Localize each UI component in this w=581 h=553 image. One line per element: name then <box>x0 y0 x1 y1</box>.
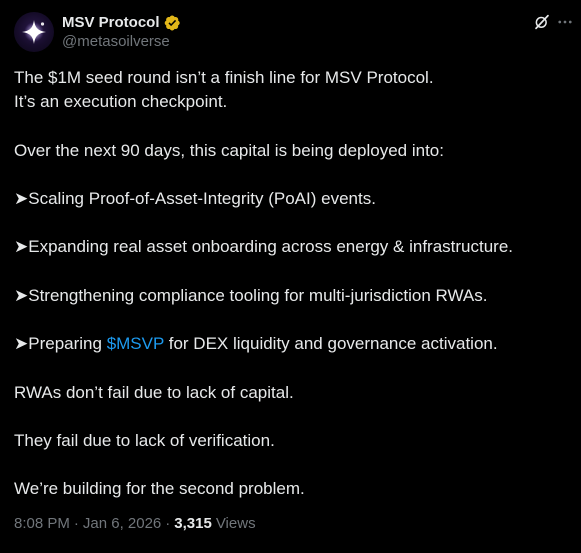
tweet-meta: 8:08 PM · Jan 6, 2026 · 3,315 Views <box>14 515 256 532</box>
bullet-4-suffix: for DEX liquidity and governance activat… <box>164 334 498 354</box>
avatar[interactable] <box>14 12 54 52</box>
tweet-line-2: It’s an execution checkpoint. <box>14 92 228 112</box>
handle[interactable]: @metasoilverse <box>62 32 181 51</box>
views-label: Views <box>215 515 256 532</box>
views-count[interactable]: 3,315 <box>174 515 212 532</box>
tweet-bullet-3: ➤Strengthening compliance tooling for mu… <box>14 285 488 305</box>
tweet-bullet-4: ➤Preparing $MSVP for DEX liquidity and g… <box>14 332 569 356</box>
separator-dot: · <box>165 515 171 532</box>
line-break <box>14 308 569 332</box>
line-break <box>14 163 569 187</box>
line-break <box>14 405 569 429</box>
tweet-line-1: The $1M seed round isn’t a finish line f… <box>14 68 434 87</box>
line-break <box>14 453 569 477</box>
display-name[interactable]: MSV Protocol <box>62 13 160 32</box>
line-break <box>14 211 569 235</box>
tweet-card: MSV Protocol @metasoilverse The $1M seed… <box>0 0 581 553</box>
tweet-paragraph-3: RWAs don’t fail due to lack of capital. <box>14 382 294 402</box>
line-break <box>14 114 569 138</box>
tweet-paragraph-2: Over the next 90 days, this capital is b… <box>14 140 444 160</box>
tweet-bullet-2: ➤Expanding real asset onboarding across … <box>14 237 514 257</box>
author-names: MSV Protocol @metasoilverse <box>62 13 181 51</box>
tweet-paragraph-5: We’re building for the second problem. <box>14 479 305 499</box>
verified-badge-icon[interactable] <box>163 14 181 32</box>
tweet-text: The $1M seed round isn’t a finish line f… <box>14 66 569 502</box>
cashtag-link[interactable]: $MSVP <box>107 334 164 353</box>
tweet-paragraph-4: They fail due to lack of verification. <box>14 430 275 450</box>
tweet-date[interactable]: Jan 6, 2026 <box>83 515 161 532</box>
separator-dot: · <box>73 515 79 532</box>
name-row: MSV Protocol <box>62 13 181 32</box>
sparkle-logo-icon <box>22 20 46 44</box>
line-break <box>14 356 569 380</box>
line-break <box>14 260 569 284</box>
tweet-header: MSV Protocol @metasoilverse <box>14 12 181 52</box>
grok-icon[interactable] <box>532 12 552 32</box>
tweet-time[interactable]: 8:08 PM <box>14 515 70 532</box>
bullet-4-prefix: ➤Preparing <box>14 334 107 354</box>
more-options-icon[interactable] <box>555 12 575 32</box>
tweet-bullet-1: ➤Scaling Proof-of-Asset-Integrity (PoAI)… <box>14 188 376 208</box>
